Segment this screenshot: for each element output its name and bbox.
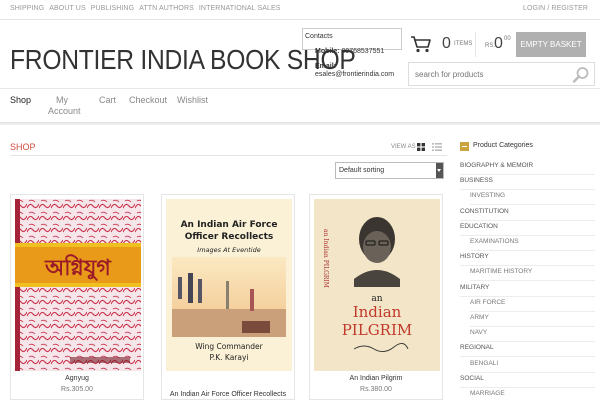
nav-my-account[interactable]: My Account [48,95,81,117]
subcategory-item[interactable]: AIR FORCE [470,297,595,312]
subcategory-item[interactable]: MARITIME HISTORY [470,266,595,282]
categories-title: Product Categories [473,142,533,149]
contact-mobile: Mobile: 09768537551 [315,48,384,55]
cover-word-pilgrim: PILGRIM [342,321,413,339]
product-card-indian-pilgrim[interactable]: an Indian PILGRIM an Indian PILGRIM An I… [309,194,443,400]
product-name-indian-pilgrim[interactable]: An Indian Pilgrim [310,375,442,382]
subcategory-item[interactable]: INVESTING [470,190,595,206]
contact-email-value-row: esales@frontierindia.com [315,71,394,78]
shop-divider [10,155,447,156]
cart-item-count: 0 [442,35,451,52]
product-price-indian-pilgrim: Rs.380.00 [360,386,392,393]
product-name-agnyug[interactable]: Agnyug [11,375,143,382]
top-link-publishing[interactable]: PUBLISHING [91,5,134,12]
list-view-icon[interactable] [432,143,442,151]
nav-cart[interactable]: Cart [99,95,116,106]
category-item[interactable]: BIOGRAPHY & MEMOIR [460,160,595,175]
email-label: Email: [315,63,337,70]
contact-email-label-row: Email: [315,63,336,70]
top-bar: SHIPPING ABOUT US PUBLISHING ATTN AUTHOR… [0,0,600,20]
product-name-air-force-officer[interactable]: An Indian Air Force Officer Recollects [162,391,294,398]
subcategory-item[interactable]: EXAMINATIONS [470,236,595,251]
product-card-agnyug[interactable]: অগ্নিযুগ Agnyug Rs.305.00 [10,194,144,400]
mini-cart: 0 ITEMS RS. 0 00 EMPTY BASKET [408,32,586,57]
cover-spine-text: an Indian PILGRIM [322,229,329,288]
sort-selected-value: Default sorting [339,167,385,174]
cover-word-indian: Indian [353,303,402,321]
category-item[interactable]: REGIONAL [460,342,595,358]
top-link-attn-authors[interactable]: ATTN AUTHORS [139,5,194,12]
nav-bottom-divider [0,122,600,125]
product-card-air-force-officer[interactable]: An Indian Air Force Officer Recollects I… [161,194,295,400]
cart-total-decimals: 00 [504,36,511,42]
nav-top-divider [0,88,600,89]
cover-author-line-1: Wing Commander [195,342,263,351]
view-as-label: VIEW AS [391,144,416,150]
product-image-agnyug[interactable]: অগ্নিযুগ [15,199,141,371]
category-item[interactable]: CONSTITUTION [460,206,595,221]
email-value[interactable]: esales@frontierindia.com [315,71,394,78]
sort-select[interactable]: Default sorting [335,162,444,179]
top-link-about-us[interactable]: ABOUT US [49,5,85,12]
cover-line-2: Officer Recollects [185,232,274,242]
nav-checkout[interactable]: Checkout [129,95,167,106]
product-image-indian-pilgrim[interactable]: an Indian PILGRIM an Indian PILGRIM [314,199,440,371]
top-link-international-sales[interactable]: INTERNATIONAL SALES [199,5,281,12]
cart-divider [475,32,476,57]
subcategory-item[interactable]: NAVY [470,327,595,343]
nav-shop[interactable]: Shop [10,95,31,106]
subcategory-item[interactable]: ARMY [470,312,595,327]
contacts-label: Contacts [305,33,333,40]
cart-icon[interactable] [410,35,432,53]
cart-items-label: ITEMS [454,41,473,47]
login-register-link[interactable]: LOGIN / REGISTER [523,5,588,12]
subcategory-item[interactable]: MARRIAGE [470,388,595,400]
search-input[interactable] [409,63,569,85]
cart-total: 0 [494,35,503,52]
mobile-label: Mobile: [315,48,340,55]
cover-subtitle: Images At Eventide [197,246,260,254]
category-item[interactable]: EDUCATION [460,221,595,236]
category-item[interactable]: SOCIAL [460,373,595,388]
nav-wishlist[interactable]: Wishlist [177,95,208,106]
cover-title-agnyug: অগ্নিযুগ [44,254,112,282]
minus-icon[interactable] [460,142,469,151]
page-title: SHOP [10,142,36,152]
category-item[interactable]: HISTORY [460,251,595,267]
search-box [408,62,595,86]
category-item[interactable]: BUSINESS [460,175,595,191]
mobile-value: 09768537551 [341,48,385,55]
chevron-down-icon [436,163,443,178]
cover-author-line-2: P.K. Karayi [209,353,248,362]
subcategory-item[interactable]: BENGALI [470,358,595,373]
top-link-shipping[interactable]: SHIPPING [10,5,44,12]
empty-basket-button[interactable]: EMPTY BASKET [516,32,586,57]
category-item[interactable]: MILITARY [460,282,595,297]
search-icon[interactable] [572,66,590,84]
top-links: SHIPPING ABOUT US PUBLISHING ATTN AUTHOR… [10,5,281,12]
product-price-agnyug: Rs.305.00 [61,386,93,393]
grid-view-icon[interactable] [417,143,425,151]
cover-line-1: An Indian Air Force [181,220,278,230]
product-image-air-force-officer[interactable]: An Indian Air Force Officer Recollects I… [166,199,292,371]
contacts-dropdown[interactable]: Contacts [302,28,402,50]
